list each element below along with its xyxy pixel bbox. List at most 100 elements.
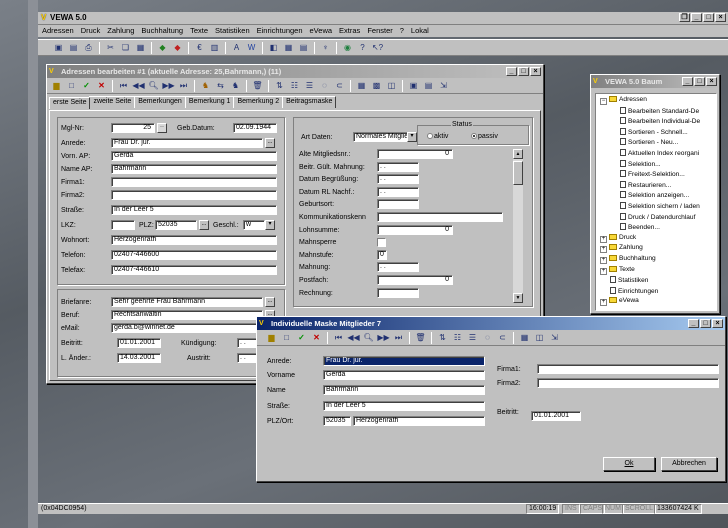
- telefax-field[interactable]: 02407-446610: [111, 265, 277, 275]
- abbrechen-button[interactable]: Abbrechen: [661, 457, 717, 471]
- mgl-nr-button[interactable]: ··: [157, 123, 167, 133]
- tree-item[interactable]: Selektion sichern / laden: [620, 202, 700, 210]
- menu-item-5[interactable]: Statistiken: [215, 25, 250, 37]
- tree-item[interactable]: Selektion anzeigen...: [620, 191, 689, 199]
- export-icon[interactable]: ⇲: [437, 79, 450, 92]
- lkz-field[interactable]: [111, 220, 135, 230]
- expand-icon[interactable]: +: [600, 246, 607, 254]
- picture-icon[interactable]: ▩: [370, 79, 383, 92]
- mahnsperre-checkbox[interactable]: [377, 238, 386, 248]
- extra-row-field[interactable]: [377, 212, 503, 222]
- mask-firma2-field[interactable]: [537, 378, 719, 388]
- font-icon[interactable]: A: [230, 41, 243, 54]
- mask-list-icon[interactable]: ☷: [451, 331, 464, 344]
- tab-5[interactable]: Beitragsmaske: [282, 96, 337, 108]
- tree-item[interactable]: Einrichtungen: [610, 286, 658, 295]
- app-close-icon[interactable]: ×: [715, 13, 726, 22]
- word-icon[interactable]: W: [245, 41, 258, 54]
- app-maximize-icon[interactable]: □: [703, 13, 714, 22]
- tree-item[interactable]: Bearbeiten Standard-De: [620, 106, 699, 115]
- mask-export-icon[interactable]: ⇲: [548, 331, 561, 344]
- menu-item-10[interactable]: ?: [400, 25, 404, 37]
- tree-item[interactable]: + Texte: [600, 265, 635, 275]
- ok-button[interactable]: Ok: [603, 457, 655, 471]
- extra-row-field[interactable]: 0: [377, 275, 453, 285]
- extra-row-field[interactable]: . .: [377, 161, 419, 172]
- expand-icon[interactable]: +: [600, 257, 607, 264]
- name-field[interactable]: Bahrmann: [111, 164, 277, 174]
- form-icon[interactable]: ◫: [385, 79, 398, 92]
- mask-trash-icon[interactable]: 🗑︎: [414, 331, 427, 344]
- lock-icon[interactable]: ▆: [50, 79, 63, 92]
- copy-icon[interactable]: ❏: [119, 41, 132, 54]
- euro-icon[interactable]: €: [193, 41, 206, 54]
- tree-item[interactable]: Druck / Datendurchlauf: [620, 212, 695, 221]
- link-icon[interactable]: ⊂: [333, 79, 346, 92]
- cancel-icon[interactable]: ✕: [95, 79, 108, 92]
- briefanrede-field[interactable]: Sehr geehrte Frau Bahrmann: [111, 297, 263, 307]
- list-icon[interactable]: ☷: [288, 79, 301, 92]
- filter-icon[interactable]: ♞: [229, 79, 242, 92]
- menu-item-1[interactable]: Druck: [81, 25, 101, 37]
- tab-4[interactable]: Bemerkung 2: [233, 96, 284, 108]
- tab-2[interactable]: Bemerkungen: [134, 96, 186, 108]
- mask-comment-icon[interactable]: ◌: [481, 331, 494, 344]
- geb-field[interactable]: 02.09.1944: [233, 123, 277, 133]
- plz-field[interactable]: 52035: [155, 220, 197, 230]
- status-passiv-radio[interactable]: passiv: [471, 133, 498, 140]
- open-icon[interactable]: ▣: [52, 41, 65, 54]
- next-icon[interactable]: ▶▶: [162, 79, 175, 92]
- tree-item[interactable]: + Druck: [600, 233, 636, 243]
- app-restore-icon[interactable]: ❐: [679, 13, 690, 22]
- firma1-field[interactable]: [111, 177, 277, 187]
- tree-item[interactable]: Aktuellen Index reorgani: [620, 149, 699, 157]
- strasse-field[interactable]: In der Leer 5: [111, 205, 277, 215]
- menu-item-8[interactable]: Extras: [339, 25, 360, 37]
- tree-item[interactable]: Bearbeiten Individual-De: [620, 117, 700, 125]
- menu-item-2[interactable]: Zahlung: [107, 25, 134, 37]
- tree-item[interactable]: + eVewa: [600, 297, 639, 307]
- mask-search-icon[interactable]: 🔍︎: [362, 331, 375, 344]
- search-icon[interactable]: 🔍︎: [147, 79, 160, 92]
- tool-icon[interactable]: ♆: [319, 41, 332, 54]
- geschl-dropdown-button[interactable]: ▾: [265, 220, 275, 230]
- extra-row-field[interactable]: 0: [377, 249, 387, 260]
- mask-next-icon[interactable]: ▶▶: [377, 331, 390, 344]
- extra-row-field[interactable]: . .: [377, 186, 419, 197]
- mask-form-icon[interactable]: ◫: [533, 331, 546, 344]
- view-icon[interactable]: ◧: [267, 41, 280, 54]
- prev-icon[interactable]: ◀◀: [132, 79, 145, 92]
- comment-icon[interactable]: ◌: [318, 79, 331, 92]
- trash-icon[interactable]: 🗑︎: [251, 79, 264, 92]
- tree-item[interactable]: Freitext-Selektion...: [620, 170, 685, 178]
- mask-last-icon[interactable]: ⏭: [392, 331, 405, 344]
- expand-icon[interactable]: +: [600, 235, 607, 243]
- mask-select-icon[interactable]: ☰: [466, 331, 479, 344]
- geschl-field[interactable]: w: [243, 220, 265, 230]
- plz-lookup-button[interactable]: ...: [199, 220, 209, 230]
- calc-icon[interactable]: ▤: [297, 41, 310, 54]
- mask-minimize-icon[interactable]: _: [688, 319, 699, 328]
- cut-icon[interactable]: ✂: [104, 41, 117, 54]
- art-daten-select[interactable]: Normales Mitglied: [353, 132, 409, 142]
- mask-vorname-field[interactable]: Gerda: [323, 370, 485, 380]
- mask-close-icon[interactable]: ×: [712, 319, 723, 328]
- note-icon[interactable]: ▤: [422, 79, 435, 92]
- tree-item[interactable]: Beenden...: [620, 223, 660, 231]
- menu-item-9[interactable]: Fenster: [367, 25, 392, 37]
- mask-ort-field[interactable]: Herzogenrath: [353, 416, 485, 426]
- mask-plz-field[interactable]: 52035: [323, 416, 351, 426]
- print-icon[interactable]: ⎙: [82, 41, 95, 54]
- anrede-field[interactable]: Frau Dr. jur.: [111, 138, 263, 148]
- telefon-field[interactable]: 02407-446600: [111, 250, 277, 260]
- extra-row-field[interactable]: 0: [377, 224, 453, 235]
- mask-link-icon[interactable]: ⊂: [496, 331, 509, 344]
- mgl-nr-field[interactable]: 25: [111, 123, 155, 133]
- mask-grid-icon[interactable]: ▦: [518, 331, 531, 344]
- beruf-field[interactable]: Rechtsanwältin: [111, 310, 263, 320]
- menu-item-7[interactable]: eVewa: [310, 25, 333, 37]
- mask-cancel-icon[interactable]: ✕: [310, 331, 323, 344]
- mask-name-field[interactable]: Bahrmann: [323, 385, 485, 395]
- tree-item[interactable]: Restaurieren...: [620, 180, 671, 189]
- email-field[interactable]: gerda.b@winnet.de: [111, 323, 263, 333]
